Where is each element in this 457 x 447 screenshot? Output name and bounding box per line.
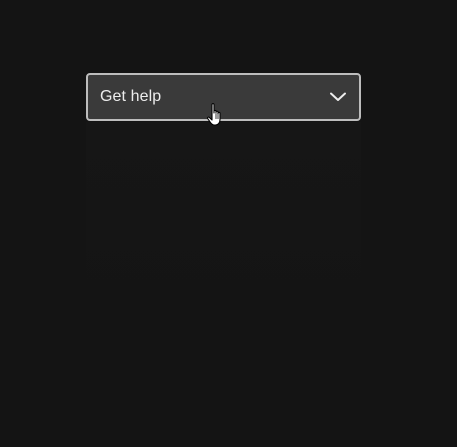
dropdown-panel-backdrop	[86, 122, 361, 342]
get-help-dropdown[interactable]: Get help	[86, 73, 361, 121]
dropdown-selected-label: Get help	[100, 88, 162, 105]
chevron-down-icon[interactable]	[330, 92, 346, 102]
